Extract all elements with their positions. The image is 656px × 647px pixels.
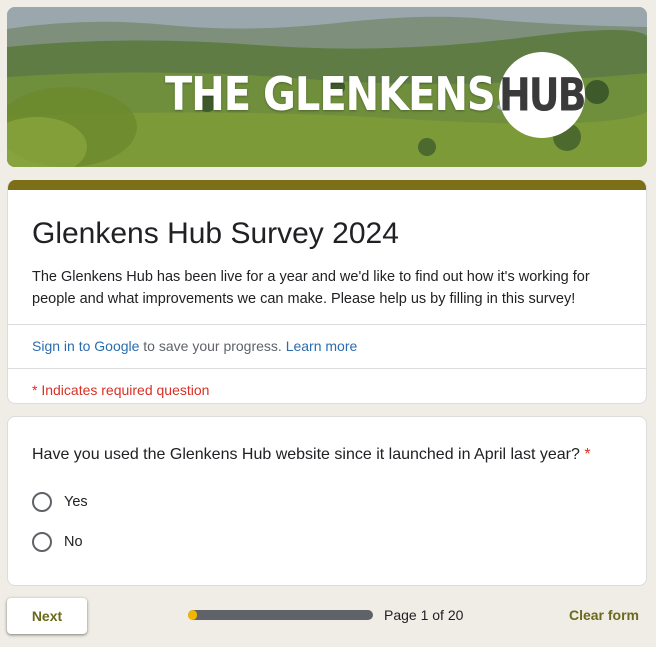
logo-circle: HUB xyxy=(498,52,587,138)
form-description: The Glenkens Hub has been live for a yea… xyxy=(32,269,590,307)
header-banner: THE GLENKENS HUB xyxy=(7,7,647,167)
signin-row: Sign in to Google to save your progress.… xyxy=(8,325,646,368)
radio-button[interactable] xyxy=(32,532,52,552)
question-card: Have you used the Glenkens Hub website s… xyxy=(7,416,647,586)
question-label: Have you used the Glenkens Hub website s… xyxy=(32,446,580,463)
question-text: Have you used the Glenkens Hub website s… xyxy=(8,417,646,466)
option-yes[interactable]: Yes xyxy=(8,490,646,514)
accent-bar xyxy=(8,180,646,190)
progress-bar xyxy=(188,610,373,620)
learn-more-link[interactable]: Learn more xyxy=(286,338,358,354)
progress-fill xyxy=(188,610,198,620)
option-label: Yes xyxy=(64,494,88,510)
page-indicator: Page 1 of 20 xyxy=(384,607,464,623)
next-button[interactable]: Next xyxy=(7,598,87,634)
logo-circle-text: HUB xyxy=(498,68,587,122)
radio-button[interactable] xyxy=(32,492,52,512)
form-page: THE GLENKENS HUB Glenkens Hub Survey 202… xyxy=(0,0,656,647)
option-label: No xyxy=(64,534,83,550)
signin-link[interactable]: Sign in to Google xyxy=(32,338,139,354)
clear-form-button[interactable]: Clear form xyxy=(569,607,639,623)
form-title: Glenkens Hub Survey 2024 xyxy=(32,217,399,250)
logo-text: THE GLENKENS xyxy=(165,68,496,122)
glenkens-hub-logo: THE GLENKENS HUB xyxy=(165,52,587,138)
required-note: * Indicates required question xyxy=(32,382,210,398)
signin-text: to save your progress. xyxy=(139,338,286,354)
option-no[interactable]: No xyxy=(8,530,646,554)
required-star: * xyxy=(584,446,591,463)
form-header-card: Glenkens Hub Survey 2024 The Glenkens Hu… xyxy=(7,180,647,404)
